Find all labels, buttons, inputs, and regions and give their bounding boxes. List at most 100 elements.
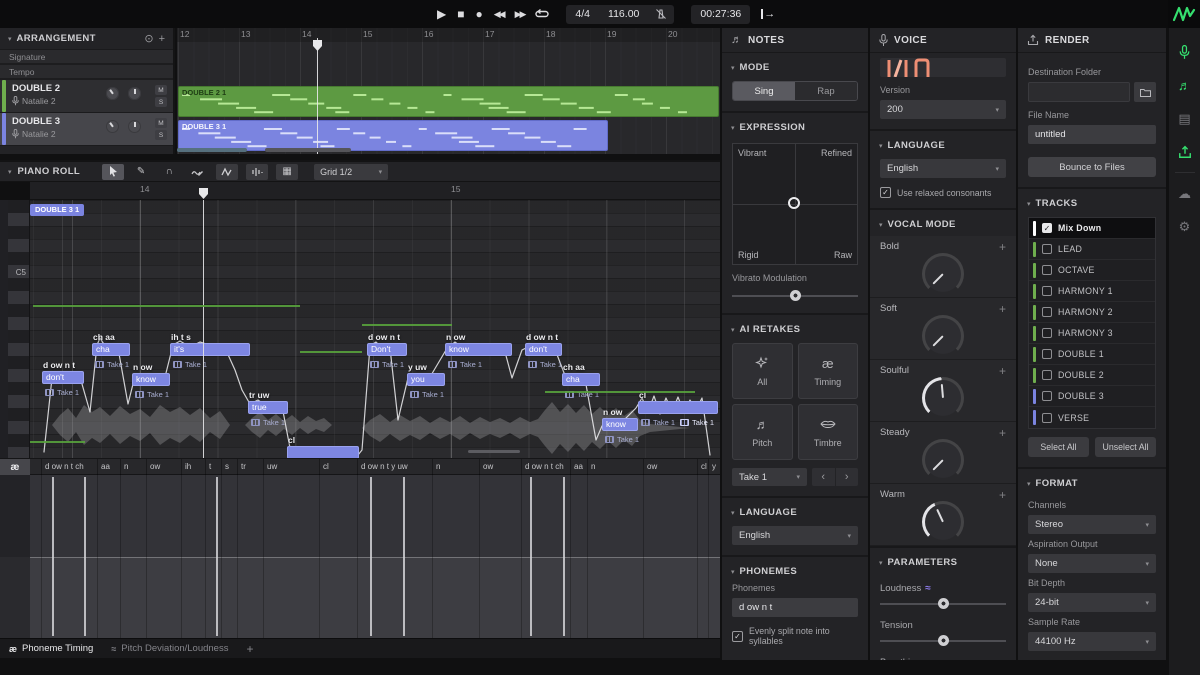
solo-button[interactable]: S bbox=[155, 97, 167, 107]
take-select[interactable]: Take 1▾ bbox=[732, 468, 807, 486]
timeline-scrollbar[interactable] bbox=[265, 148, 351, 152]
chevron-down-icon[interactable]: ▾ bbox=[879, 221, 883, 229]
solo-button[interactable]: S bbox=[155, 130, 167, 140]
unselect-all-button[interactable]: Unselect All bbox=[1095, 437, 1156, 457]
piano-view-toggle[interactable]: ▦ bbox=[276, 164, 298, 180]
volume-knob[interactable] bbox=[106, 87, 119, 100]
vocal-mode-knob[interactable] bbox=[922, 377, 964, 419]
clip-double-2-1[interactable]: DOUBLE 2 1 bbox=[178, 86, 719, 117]
bounce-to-files-button[interactable]: Bounce to Files bbox=[1028, 157, 1156, 177]
take-next-button[interactable]: › bbox=[836, 468, 859, 486]
pitch-curve-toggle[interactable] bbox=[216, 164, 238, 180]
render-track-row[interactable]: DOUBLE 3 bbox=[1029, 386, 1155, 407]
notes-rail-icon[interactable]: ♬ bbox=[1169, 69, 1200, 102]
file-name-input[interactable]: untitled bbox=[1028, 125, 1156, 144]
checkbox-unchecked[interactable] bbox=[1042, 244, 1052, 254]
split-syllables-checkbox-row[interactable]: ✓ Evenly split note into syllables bbox=[722, 617, 868, 646]
checkbox-checked[interactable]: ✓ bbox=[880, 187, 891, 198]
note[interactable]: don't bbox=[525, 343, 562, 356]
take-chip[interactable]: Take 1 bbox=[448, 360, 482, 369]
timing-spike[interactable] bbox=[370, 477, 372, 636]
render-track-row[interactable]: LEAD bbox=[1029, 239, 1155, 260]
note[interactable]: know bbox=[602, 418, 638, 431]
playhead-line[interactable] bbox=[203, 200, 204, 458]
loop-settings-icon[interactable]: ⊙ bbox=[144, 32, 153, 45]
vocal-mode-knob[interactable] bbox=[922, 315, 964, 357]
note[interactable]: it's bbox=[170, 343, 250, 356]
tempo-display[interactable]: 4/4 116.00 bbox=[566, 5, 674, 24]
render-track-row[interactable]: OCTAVE bbox=[1029, 260, 1155, 281]
timeline-scroll-indicator[interactable] bbox=[177, 148, 247, 152]
timing-spike[interactable] bbox=[216, 477, 218, 636]
timing-spike[interactable] bbox=[563, 477, 565, 636]
library-rail-icon[interactable]: ▤ bbox=[1169, 102, 1200, 135]
take-chip[interactable]: Take 1 bbox=[251, 418, 285, 427]
slider-handle[interactable] bbox=[938, 598, 949, 609]
vocal-mode-knob[interactable] bbox=[922, 501, 964, 543]
select-all-button[interactable]: Select All bbox=[1028, 437, 1089, 457]
destination-folder-input[interactable] bbox=[1028, 82, 1130, 102]
record-button[interactable]: ● bbox=[475, 0, 482, 28]
volume-knob[interactable] bbox=[106, 120, 119, 133]
phoneme-label[interactable]: cl bbox=[701, 462, 707, 471]
retake-timing-button[interactable]: æ Timing bbox=[798, 343, 859, 399]
render-rail-icon[interactable] bbox=[1169, 135, 1200, 168]
playhead-handle[interactable] bbox=[313, 40, 322, 51]
select-tool[interactable] bbox=[102, 164, 124, 180]
phoneme-label[interactable]: aa bbox=[574, 462, 583, 471]
checkbox-checked[interactable]: ✓ bbox=[732, 631, 743, 642]
checkbox-unchecked[interactable] bbox=[1042, 307, 1052, 317]
render-track-row[interactable]: HARMONY 3 bbox=[1029, 323, 1155, 344]
checkbox-unchecked[interactable] bbox=[1042, 391, 1052, 401]
pitch-draw-tool[interactable] bbox=[186, 164, 208, 180]
render-track-row[interactable]: ✓Mix Down bbox=[1029, 218, 1155, 239]
clip-double-3-1[interactable]: DOUBLE 3 1 bbox=[178, 120, 608, 151]
phoneme-label[interactable]: d ow n t y uw bbox=[361, 462, 408, 471]
add-automation-button[interactable]: + bbox=[999, 364, 1006, 378]
phoneme-timing-editor[interactable] bbox=[0, 475, 720, 638]
phoneme-label[interactable]: ih bbox=[185, 462, 191, 471]
chevron-down-icon[interactable]: ▾ bbox=[731, 326, 735, 334]
time-signature[interactable]: 4/4 bbox=[566, 8, 599, 20]
arrangement-track-row[interactable]: DOUBLE 2Natalie 2MS bbox=[0, 80, 173, 113]
note[interactable]: Don't bbox=[367, 343, 407, 356]
take-chip[interactable]: Take 1 bbox=[370, 360, 404, 369]
take-chip[interactable]: Take 1 bbox=[45, 388, 79, 397]
pan-knob[interactable] bbox=[128, 120, 141, 133]
chevron-down-icon[interactable]: ▾ bbox=[731, 64, 735, 72]
chevron-down-icon[interactable]: ▾ bbox=[8, 168, 12, 176]
add-tab-button[interactable]: + bbox=[246, 642, 253, 656]
take-chip[interactable]: Take 1 bbox=[605, 435, 639, 444]
format-bit-depth-select[interactable]: 24-bit▾ bbox=[1028, 593, 1156, 612]
note[interactable]: cha bbox=[92, 343, 130, 356]
note-language-select[interactable]: English▾ bbox=[732, 526, 858, 545]
loudness-slider[interactable] bbox=[880, 597, 1006, 611]
phoneme-label[interactable]: n bbox=[591, 462, 595, 471]
checkbox-unchecked[interactable] bbox=[1042, 328, 1052, 338]
timing-spike[interactable] bbox=[84, 477, 86, 636]
note[interactable] bbox=[638, 401, 718, 414]
playhead-line[interactable] bbox=[317, 38, 318, 154]
checkbox-unchecked[interactable] bbox=[1042, 349, 1052, 359]
render-track-row[interactable]: HARMONY 1 bbox=[1029, 281, 1155, 302]
add-track-button[interactable]: + bbox=[159, 33, 165, 45]
chevron-down-icon[interactable]: ▾ bbox=[1027, 200, 1031, 208]
phoneme-label[interactable]: ow bbox=[647, 462, 657, 471]
checkbox-unchecked[interactable] bbox=[1042, 265, 1052, 275]
phoneme-label[interactable]: d ow n t ch bbox=[525, 462, 564, 471]
render-track-row[interactable]: DOUBLE 2 bbox=[1029, 365, 1155, 386]
mini-scrollbar[interactable] bbox=[468, 450, 520, 453]
add-automation-button[interactable]: + bbox=[999, 426, 1006, 440]
metronome-icon[interactable] bbox=[648, 8, 674, 20]
note[interactable] bbox=[287, 446, 359, 458]
timing-spike[interactable] bbox=[403, 477, 405, 636]
chevron-down-icon[interactable]: ▾ bbox=[879, 559, 883, 567]
retake-pitch-button[interactable]: ♬ Pitch bbox=[732, 404, 793, 460]
piano-roll-ruler[interactable]: 14 15 bbox=[30, 182, 720, 200]
retake-all-button[interactable]: All bbox=[732, 343, 793, 399]
phoneme-label[interactable]: n bbox=[124, 462, 128, 471]
note[interactable]: true bbox=[248, 401, 288, 414]
settings-gear-icon[interactable]: ⚙ bbox=[1169, 210, 1200, 243]
loudness-toggle[interactable] bbox=[246, 164, 268, 180]
vocal-mode-knob[interactable] bbox=[922, 439, 964, 481]
